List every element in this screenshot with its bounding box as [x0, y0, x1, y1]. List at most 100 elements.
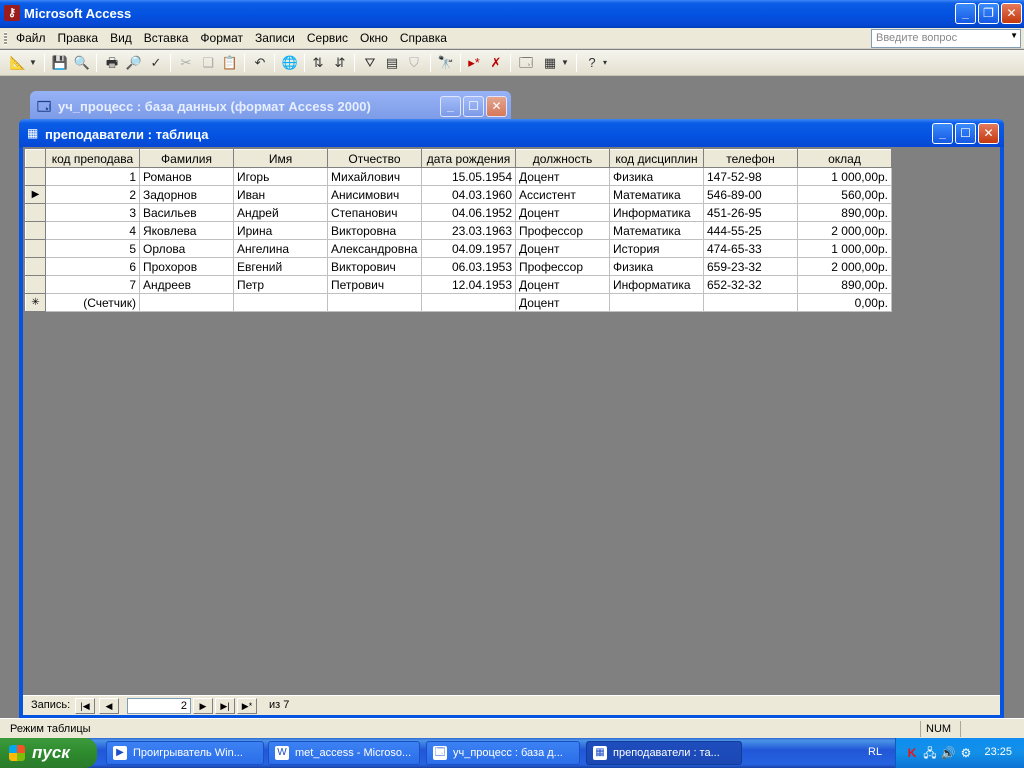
previous-record-button[interactable]: ◀: [99, 698, 119, 714]
table-row[interactable]: 3 Васильев Андрей Степанович 04.06.1952 Доцен…: [25, 203, 892, 222]
help-icon[interactable]: ?: [582, 53, 602, 73]
app-title-bar[interactable]: ⚷ Microsoft Access _ ❐ ✕: [0, 0, 1024, 28]
column-header[interactable]: Отчество: [327, 149, 422, 168]
record-selector[interactable]: ▶: [25, 185, 46, 204]
volume-icon[interactable]: 🔊: [940, 745, 956, 761]
table-cell[interactable]: Васильев: [139, 203, 234, 222]
hyperlink-icon[interactable]: 🌐: [280, 53, 300, 73]
close-button[interactable]: ✕: [1001, 3, 1022, 24]
filter-by-selection-icon[interactable]: ⛛: [360, 53, 380, 73]
table-cell[interactable]: [609, 293, 704, 312]
print-preview-icon[interactable]: 🔎: [124, 53, 144, 73]
table-cell[interactable]: Александровна: [327, 239, 422, 258]
table-cell[interactable]: Орлова: [139, 239, 234, 258]
new-record-icon[interactable]: ▸*: [464, 53, 484, 73]
table-cell[interactable]: Доцент: [515, 293, 610, 312]
language-indicator[interactable]: RL: [868, 746, 882, 758]
table-cell[interactable]: 890,00р.: [797, 203, 892, 222]
column-header[interactable]: телефон: [703, 149, 798, 168]
table-cell[interactable]: 06.03.1953: [421, 257, 516, 276]
table-row[interactable]: 6 Прохоров Евгений Викторович 06.03.1953 Проф…: [25, 257, 892, 276]
record-selector[interactable]: ✳: [25, 293, 46, 312]
table-cell[interactable]: Викторовна: [327, 221, 422, 240]
menu-item-3[interactable]: Вставка: [138, 31, 195, 45]
table-cell[interactable]: 04.03.1960: [421, 185, 516, 204]
table-cell[interactable]: 12.04.1953: [421, 275, 516, 294]
kaspersky-icon[interactable]: K: [904, 745, 920, 761]
table-cell[interactable]: Викторович: [327, 257, 422, 276]
table-cell[interactable]: Профессор: [515, 221, 610, 240]
table-cell[interactable]: 2 000,00р.: [797, 257, 892, 276]
column-header[interactable]: дата рождения: [421, 149, 516, 168]
search-file-icon[interactable]: 🔍: [72, 53, 92, 73]
table-window-title-bar[interactable]: ▦ преподаватели : таблица _ ☐ ✕: [19, 119, 1004, 147]
table-cell[interactable]: Петр: [233, 275, 328, 294]
table-cell[interactable]: Иван: [233, 185, 328, 204]
table-cell[interactable]: История: [609, 239, 704, 258]
column-header[interactable]: код дисциплин: [609, 149, 704, 168]
new-object-dropdown-icon[interactable]: ▼: [560, 53, 570, 73]
table-cell[interactable]: Анисимович: [327, 185, 422, 204]
record-number-input[interactable]: 2: [127, 698, 191, 714]
table-cell[interactable]: 04.06.1952: [421, 203, 516, 222]
menu-item-1[interactable]: Правка: [52, 31, 105, 45]
new-object-icon[interactable]: ▦: [540, 53, 560, 73]
print-icon[interactable]: 🖶: [102, 53, 122, 73]
table-cell[interactable]: Евгений: [233, 257, 328, 276]
table-cell[interactable]: Михайлович: [327, 167, 422, 186]
taskbar-item-word[interactable]: W met_access - Microso...: [268, 741, 420, 765]
column-header[interactable]: Фамилия: [139, 149, 234, 168]
start-button[interactable]: пуск: [0, 738, 97, 768]
table-cell[interactable]: 652-32-32: [703, 275, 798, 294]
database-window[interactable]: 🗔 уч_процесс : база данных (формат Acces…: [30, 91, 511, 121]
column-header[interactable]: код преподава: [45, 149, 140, 168]
menu-item-2[interactable]: Вид: [104, 31, 138, 45]
table-cell[interactable]: Игорь: [233, 167, 328, 186]
paste-icon[interactable]: 📋: [220, 53, 240, 73]
settings-icon[interactable]: ⚙: [958, 745, 974, 761]
table-window[interactable]: ▦ преподаватели : таблица _ ☐ ✕ код преп…: [19, 119, 1004, 719]
table-minimize-button[interactable]: _: [932, 123, 953, 144]
database-window-icon[interactable]: 🗔: [516, 53, 536, 73]
table-cell[interactable]: Петрович: [327, 275, 422, 294]
column-header[interactable]: оклад: [797, 149, 892, 168]
new-record-button[interactable]: ▶*: [237, 698, 257, 714]
table-cell[interactable]: Ассистент: [515, 185, 610, 204]
table-cell[interactable]: Степанович: [327, 203, 422, 222]
menu-item-7[interactable]: Окно: [354, 31, 394, 45]
table-cell[interactable]: Андрей: [233, 203, 328, 222]
table-cell[interactable]: [421, 293, 516, 312]
table-cell[interactable]: 23.03.1963: [421, 221, 516, 240]
table-cell[interactable]: 1 000,00р.: [797, 239, 892, 258]
table-cell[interactable]: [233, 293, 328, 312]
table-row[interactable]: ▶ 2 Задорнов Иван Анисимович 04.03.1960 Ассист…: [25, 185, 892, 204]
table-cell[interactable]: Профессор: [515, 257, 610, 276]
table-cell[interactable]: [327, 293, 422, 312]
undo-icon[interactable]: ↶: [250, 53, 270, 73]
table-cell[interactable]: Доцент: [515, 203, 610, 222]
save-icon[interactable]: 💾: [50, 53, 70, 73]
table-cell[interactable]: 1: [45, 167, 140, 186]
table-row[interactable]: 5 Орлова Ангелина Александровна 04.09.1957 До…: [25, 239, 892, 258]
table-cell[interactable]: Доцент: [515, 239, 610, 258]
taskbar-item-table[interactable]: ▦ преподаватели : та...: [586, 741, 742, 765]
table-cell[interactable]: 6: [45, 257, 140, 276]
menu-item-4[interactable]: Формат: [194, 31, 249, 45]
table-cell[interactable]: 3: [45, 203, 140, 222]
menu-item-6[interactable]: Сервис: [301, 31, 354, 45]
table-cell[interactable]: Ангелина: [233, 239, 328, 258]
table-cell[interactable]: 5: [45, 239, 140, 258]
copy-icon[interactable]: ❏: [198, 53, 218, 73]
table-cell[interactable]: Математика: [609, 221, 704, 240]
cut-icon[interactable]: ✂: [176, 53, 196, 73]
table-cell[interactable]: Информатика: [609, 275, 704, 294]
table-cell[interactable]: Доцент: [515, 275, 610, 294]
last-record-button[interactable]: ▶|: [215, 698, 235, 714]
table-cell[interactable]: Физика: [609, 167, 704, 186]
next-record-button[interactable]: ▶: [193, 698, 213, 714]
table-cell[interactable]: 0,00р.: [797, 293, 892, 312]
column-header[interactable]: Имя: [233, 149, 328, 168]
table-cell[interactable]: 451-26-95: [703, 203, 798, 222]
delete-record-icon[interactable]: ✗: [486, 53, 506, 73]
record-selector[interactable]: [25, 221, 46, 240]
